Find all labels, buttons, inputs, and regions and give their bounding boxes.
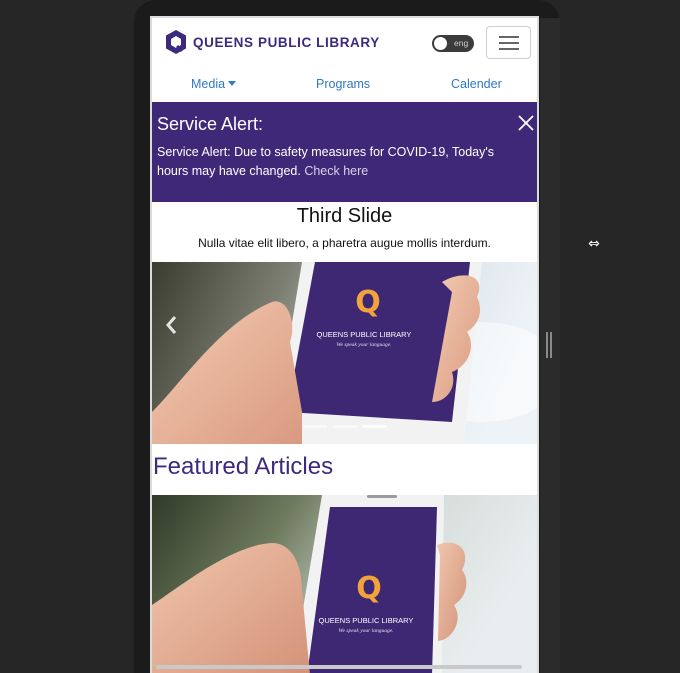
main-nav: Media Programs Calender (152, 74, 537, 102)
hand-phone-image: Q QUEENS PUBLIC LIBRARY We speak your la… (152, 495, 537, 673)
hero-carousel[interactable]: Q QUEENS PUBLIC LIBRARY We speak your la… (152, 262, 537, 444)
hamburger-menu-icon[interactable] (486, 26, 531, 59)
carousel-indicator-active[interactable] (362, 425, 387, 428)
alert-check-here-link[interactable]: Check here (304, 164, 368, 178)
nav-programs-link[interactable]: Programs (316, 77, 370, 91)
nav-media-label: Media (191, 77, 226, 91)
toggle-knob (434, 37, 447, 50)
alert-title: Service Alert: (157, 114, 264, 134)
caret-down-icon (228, 81, 237, 86)
carousel-indicator[interactable] (302, 425, 327, 428)
nav-media-dropdown[interactable]: Media (191, 77, 237, 91)
mobile-screen: QUEENS PUBLIC LIBRARY eng Media Programs… (150, 16, 539, 673)
chevron-left-icon[interactable] (164, 314, 178, 336)
horizontal-resize-cursor-icon: ⇔ (588, 236, 600, 252)
horizontal-scrollbar[interactable] (156, 665, 522, 669)
phone-logo-text: QUEENS PUBLIC LIBRARY (319, 616, 414, 625)
phone-tagline: We speak your language. (336, 342, 391, 348)
close-icon[interactable] (517, 114, 535, 132)
site-header: QUEENS PUBLIC LIBRARY eng (152, 18, 537, 74)
phone-tagline: We speak your language. (338, 628, 393, 634)
phone-logo-mark: Q (355, 285, 381, 320)
featured-article-card[interactable]: Q QUEENS PUBLIC LIBRARY We speak your la… (152, 495, 537, 673)
phone-logo-text: QUEENS PUBLIC LIBRARY (317, 330, 412, 339)
carousel-indicators (152, 425, 537, 428)
resize-handle[interactable] (546, 332, 552, 358)
carousel-indicator[interactable] (332, 425, 357, 428)
slide-title: Third Slide (296, 205, 393, 227)
featured-articles-heading: Featured Articles (153, 453, 334, 480)
alert-body: Service Alert: Due to safety measures fo… (157, 143, 517, 181)
site-logo[interactable]: QUEENS PUBLIC LIBRARY (165, 29, 380, 55)
language-label: eng (454, 38, 469, 48)
service-alert-banner: Service Alert: Service Alert: Due to saf… (152, 102, 537, 202)
hand-phone-image: Q QUEENS PUBLIC LIBRARY We speak your la… (152, 262, 537, 444)
slide-caption: Nulla vitae elit libero, a pharetra augu… (198, 236, 491, 250)
logo-mark-icon (166, 30, 186, 54)
language-toggle[interactable]: eng (432, 35, 474, 52)
logo-text: QUEENS PUBLIC LIBRARY (193, 34, 380, 50)
phone-logo-mark: Q (356, 571, 382, 606)
nav-calender-link[interactable]: Calender (451, 77, 502, 91)
